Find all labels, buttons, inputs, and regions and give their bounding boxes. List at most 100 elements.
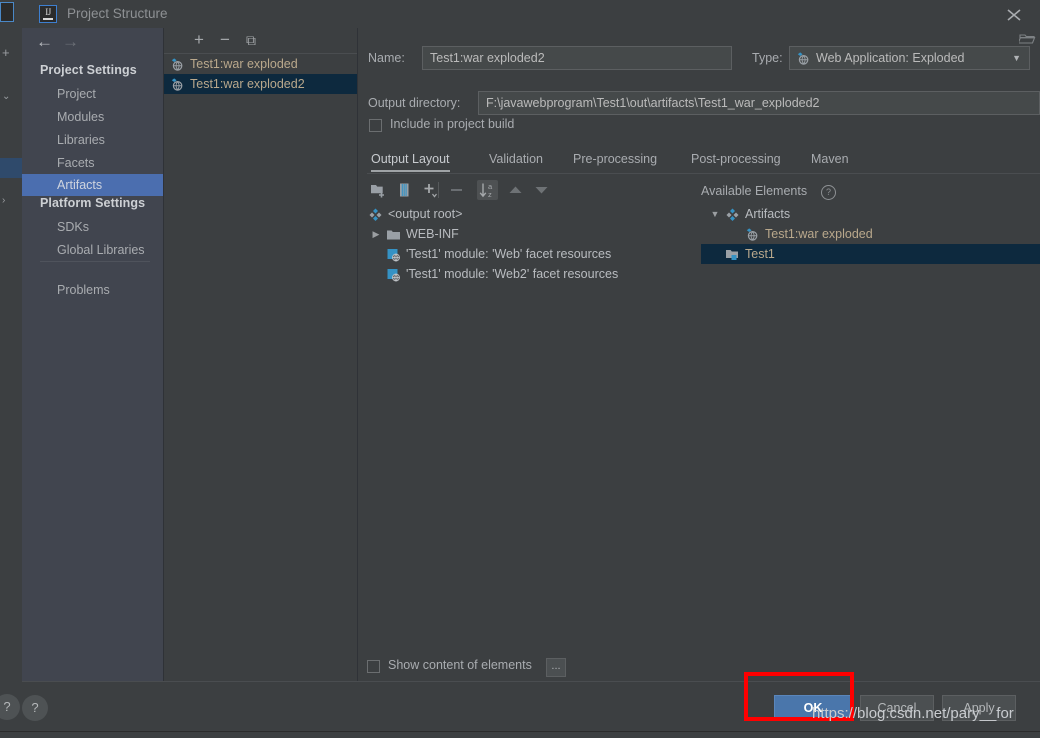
question-circle-icon[interactable]: ? (821, 185, 836, 200)
available-elements-tree: ▼ Artifacts Test1:war exploded Test1 (701, 204, 1040, 664)
artifact-editor-panel: Name: Test1:war exploded2 Type: Web Appl… (358, 28, 1040, 681)
tab-validation[interactable]: Validation (489, 146, 543, 172)
tree-row-label: <output root> (388, 207, 463, 221)
background-ide-window: + ⌄ › ? (0, 0, 23, 737)
tree-row-label: 'Test1' module: 'Web2' facet resources (406, 267, 619, 281)
tree-row[interactable]: Test1 (701, 244, 1040, 264)
folder-open-icon[interactable] (1017, 31, 1036, 47)
type-select[interactable]: Web Application: Exploded ▼ (789, 46, 1030, 70)
ide-help-icon[interactable]: ? (0, 694, 20, 720)
tree-row[interactable]: ▶ WEB-INF (362, 224, 696, 244)
intellij-idea-icon: IJ (39, 5, 57, 23)
output-directory-input[interactable]: F:\javawebprogram\Test1\out\artifacts\Te… (478, 91, 1040, 115)
tree-row-label: Artifacts (745, 207, 791, 221)
include-in-project-build-label: Include in project build (390, 117, 515, 131)
dialog-title: Project Structure (67, 6, 168, 21)
sidebar-item-project[interactable]: Project (22, 83, 163, 105)
show-content-of-elements-label: Show content of elements (388, 658, 532, 672)
sidebar-item-libraries[interactable]: Libraries (22, 129, 163, 151)
tab-maven[interactable]: Maven (811, 146, 849, 172)
tree-row-label: WEB-INF (406, 227, 459, 241)
ide-selected-row (0, 158, 22, 178)
list-item-label: Test1:war exploded (190, 57, 298, 71)
app-icon-text: IJ (43, 7, 53, 20)
tree-row[interactable]: <output root> (362, 204, 696, 224)
include-in-project-build-checkbox[interactable] (369, 119, 382, 132)
tree-row[interactable]: Test1:war exploded (701, 224, 1040, 244)
sort-az-icon[interactable]: a z (477, 180, 498, 200)
output-layout-toolbar: a z (362, 178, 692, 202)
tab-pre-processing[interactable]: Pre-processing (573, 146, 657, 172)
tree-row-label: Test1:war exploded (765, 227, 873, 241)
svg-text:z: z (488, 190, 492, 199)
watermark-text: https://blog.csdn.net/pary__for (812, 705, 1014, 722)
tree-row[interactable]: ▼ Artifacts (701, 204, 1040, 224)
tab-output-layout[interactable]: Output Layout (371, 146, 450, 172)
sidebar-nav-arrows: ← → (22, 28, 163, 56)
help-icon[interactable]: ? (22, 695, 48, 721)
type-select-value: Web Application: Exploded (816, 51, 965, 65)
artifact-web-icon (170, 57, 185, 72)
tree-row[interactable]: 'Test1' module: 'Web' facet resources (362, 244, 696, 264)
artifacts-list-panel: + − ⧉ Test1:war exploded Test1:war explo… (164, 28, 358, 681)
available-elements-header: Available Elements (701, 184, 808, 198)
output-root-icon (725, 207, 740, 222)
sidebar-item-facets[interactable]: Facets (22, 152, 163, 174)
output-directory-label: Output directory: (368, 96, 461, 110)
name-label: Name: (368, 51, 405, 65)
artifact-web-icon (745, 227, 760, 242)
output-layout-tree: <output root> ▶ WEB-INF 'Test1' module: … (362, 204, 696, 664)
sidebar-item-global-libraries[interactable]: Global Libraries (22, 239, 163, 261)
show-content-row: Show content of elements ... (358, 654, 1040, 681)
add-artifact-button[interactable]: + (190, 31, 208, 49)
ide-chevron-down-icon: ⌄ (2, 91, 11, 102)
chevron-down-icon: ▼ (1012, 53, 1021, 63)
sidebar-item-artifacts[interactable]: Artifacts (22, 174, 163, 196)
toolbar-separator (438, 182, 439, 198)
arrow-down-icon[interactable] (531, 180, 552, 200)
project-structure-dialog: IJ Project Structure ← → Project Setting… (22, 0, 1040, 738)
chevron-down-icon[interactable]: ▼ (709, 204, 721, 224)
folder-icon (386, 227, 401, 242)
tree-row-label: 'Test1' module: 'Web' facet resources (406, 247, 612, 261)
folder-add-icon[interactable] (368, 180, 389, 200)
list-item-label: Test1:war exploded2 (190, 77, 305, 91)
sidebar-item-problems[interactable]: Problems (22, 279, 163, 301)
ide-add-icon: + (2, 45, 10, 60)
sidebar-group-project-settings: Project Settings (40, 63, 137, 77)
artifacts-list: Test1:war exploded Test1:war exploded2 (164, 53, 357, 682)
editor-tabs: Output Layout Validation Pre-processing … (367, 146, 1040, 174)
arrow-left-icon[interactable]: ← (36, 33, 53, 51)
more-options-button[interactable]: ... (546, 658, 566, 677)
module-icon (725, 247, 740, 262)
artifact-web-icon (796, 51, 811, 66)
tree-row-label: Test1 (745, 247, 775, 261)
ide-tool-tab (0, 2, 14, 22)
tree-row[interactable]: 'Test1' module: 'Web2' facet resources (362, 264, 696, 284)
facet-resource-icon (386, 247, 401, 262)
arrow-right-icon[interactable]: → (62, 33, 79, 51)
tab-post-processing[interactable]: Post-processing (691, 146, 781, 172)
list-item[interactable]: Test1:war exploded (164, 54, 357, 74)
arrow-up-icon[interactable] (505, 180, 526, 200)
remove-artifact-button[interactable]: − (216, 31, 234, 49)
chevron-right-icon[interactable]: ▶ (370, 224, 382, 244)
settings-sidebar: ← → Project Settings Project Modules Lib… (22, 28, 164, 681)
list-item[interactable]: Test1:war exploded2 (164, 74, 357, 94)
output-root-icon (368, 207, 383, 222)
ide-chevron-right-icon: › (2, 195, 6, 206)
sidebar-item-sdks[interactable]: SDKs (22, 216, 163, 238)
show-content-of-elements-checkbox[interactable] (367, 660, 380, 673)
archive-icon[interactable] (394, 180, 415, 200)
minus-icon[interactable] (446, 180, 467, 200)
sidebar-item-modules[interactable]: Modules (22, 106, 163, 128)
name-input[interactable]: Test1:war exploded2 (422, 46, 732, 70)
copy-artifact-button[interactable]: ⧉ (242, 31, 260, 49)
type-label: Type: (752, 51, 783, 65)
artifact-web-icon (170, 77, 185, 92)
artifacts-toolbar: + − ⧉ (164, 28, 357, 53)
close-icon[interactable] (1003, 5, 1025, 25)
sidebar-group-platform-settings: Platform Settings (40, 196, 146, 210)
dialog-titlebar: IJ Project Structure (22, 0, 1040, 28)
facet-resource-icon (386, 267, 401, 282)
